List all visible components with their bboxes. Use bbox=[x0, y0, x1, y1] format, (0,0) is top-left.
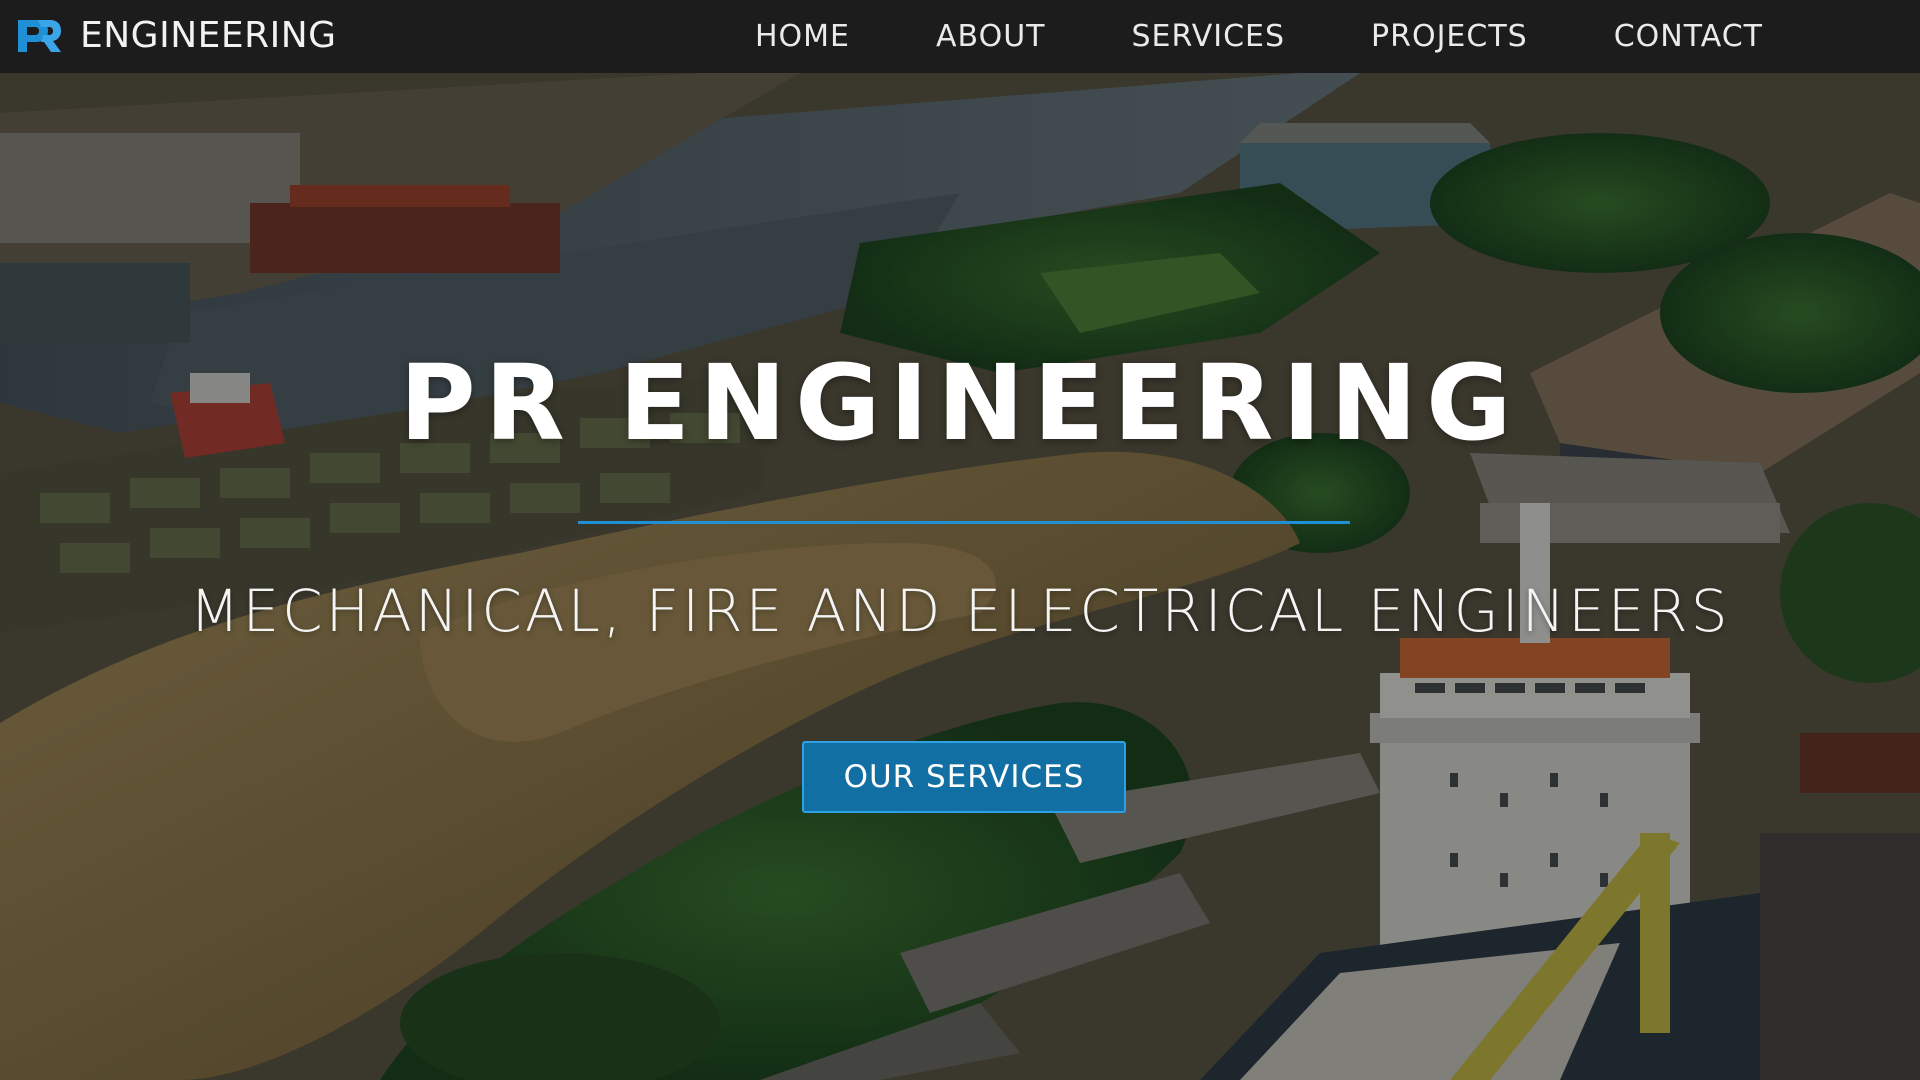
hero-section: PR ENGINEERING MECHANICAL, FIRE AND ELEC… bbox=[0, 73, 1920, 1080]
nav-about[interactable]: ABOUT bbox=[936, 19, 1045, 54]
nav-projects[interactable]: PROJECTS bbox=[1371, 19, 1528, 54]
hero-subtitle: MECHANICAL, FIRE AND ELECTRICAL ENGINEER… bbox=[189, 577, 1731, 645]
top-navbar: ENGINEERING HOME ABOUT SERVICES PROJECTS… bbox=[0, 0, 1920, 73]
main-nav: HOME ABOUT SERVICES PROJECTS CONTACT bbox=[755, 0, 1763, 73]
our-services-button[interactable]: OUR SERVICES bbox=[802, 741, 1126, 813]
nav-services[interactable]: SERVICES bbox=[1132, 19, 1286, 54]
hero-title: PR ENGINEERING bbox=[399, 342, 1521, 464]
nav-home[interactable]: HOME bbox=[755, 19, 850, 54]
hero-divider bbox=[578, 521, 1350, 524]
pr-logo-icon bbox=[18, 20, 61, 52]
nav-contact[interactable]: CONTACT bbox=[1614, 19, 1763, 54]
brand-name: ENGINEERING bbox=[80, 15, 337, 56]
brand-logo-link[interactable]: ENGINEERING bbox=[14, 13, 337, 59]
